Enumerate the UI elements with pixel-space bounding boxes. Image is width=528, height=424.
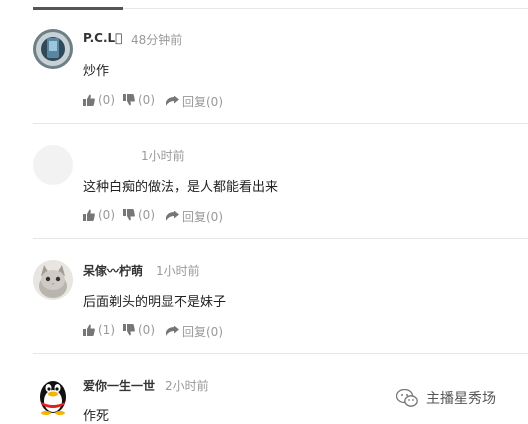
comment-divider — [33, 123, 528, 124]
avatar[interactable] — [33, 375, 73, 415]
reply-button[interactable]: 回复(0) — [166, 208, 223, 225]
watermark-text: 主播星秀场 — [426, 391, 496, 407]
dislike-count: (0) — [138, 323, 155, 337]
dislike-count: (0) — [138, 93, 155, 107]
avatar[interactable] — [33, 260, 73, 300]
like-button[interactable]: (1) — [83, 323, 115, 337]
avatar[interactable] — [33, 29, 73, 69]
like-count: (1) — [98, 323, 115, 337]
comment-text: 作死 — [83, 409, 110, 424]
penguin-icon — [40, 381, 66, 415]
username[interactable]: P.C.L — [83, 31, 122, 45]
reply-arrow-icon — [166, 326, 179, 336]
thumbs-down-icon — [123, 94, 135, 106]
thumbs-up-icon — [83, 324, 95, 336]
thumbs-down-icon — [123, 324, 135, 336]
username[interactable]: 呆傢〰柠萌 — [83, 262, 143, 279]
wechat-icon — [396, 389, 418, 407]
like-button[interactable]: (0) — [83, 93, 115, 107]
like-count: (0) — [98, 208, 115, 222]
reply-button[interactable]: 回复(0) — [166, 93, 223, 110]
reply-label: 回复(0) — [182, 210, 223, 224]
timestamp: 48分钟前 — [131, 33, 183, 47]
timestamp: 1小时前 — [141, 149, 185, 163]
reply-arrow-icon — [166, 96, 179, 106]
dislike-button[interactable]: (0) — [123, 208, 155, 222]
timestamp: 2小时前 — [165, 379, 209, 393]
thumbs-down-icon — [123, 209, 135, 221]
comment-divider — [33, 353, 528, 354]
avatar[interactable] — [33, 145, 73, 185]
dislike-count: (0) — [138, 208, 155, 222]
reply-button[interactable]: 回复(0) — [166, 323, 223, 340]
timestamp: 1小时前 — [156, 264, 200, 278]
username[interactable]: 爱你一生一世 — [83, 377, 155, 394]
thumbs-up-icon — [83, 209, 95, 221]
comment-divider — [33, 238, 528, 239]
like-button[interactable]: (0) — [83, 208, 115, 222]
like-count: (0) — [98, 93, 115, 107]
dislike-button[interactable]: (0) — [123, 323, 155, 337]
comment-text: 这种白痴的做法，是人都能看出来 — [83, 180, 279, 195]
comment-text: 后面剃头的明显不是妹子 — [83, 295, 227, 310]
watermark: 主播星秀场 — [396, 386, 496, 410]
comment-text: 炒作 — [83, 64, 110, 79]
dislike-button[interactable]: (0) — [123, 93, 155, 107]
thumbs-up-icon — [83, 94, 95, 106]
reply-label: 回复(0) — [182, 325, 223, 339]
active-tab-indicator — [33, 7, 123, 10]
reply-label: 回复(0) — [182, 95, 223, 109]
reply-arrow-icon — [166, 211, 179, 221]
